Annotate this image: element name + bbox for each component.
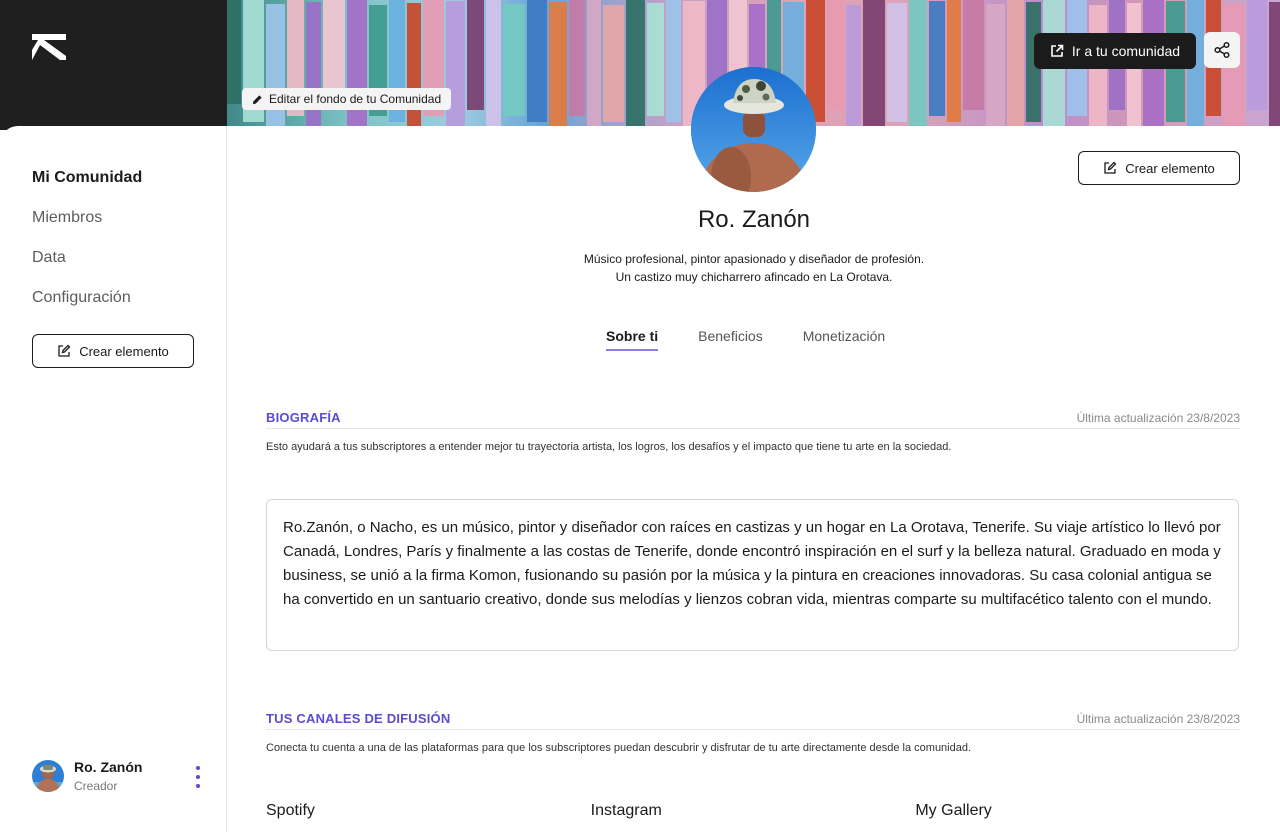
biography-header: BIOGRAFÍA Última actualización 23/8/2023 [266,407,1240,429]
pencil-icon [252,94,262,104]
channels-description: Conecta tu cuenta a una de las plataform… [266,742,972,754]
brand-area [0,0,227,126]
create-element-button[interactable]: Crear elemento [1078,151,1240,185]
sidebar-item-mi-comunidad[interactable]: Mi Comunidad [32,168,142,208]
user-card[interactable]: Ro. Zanón Creador [32,758,212,798]
edit-square-icon [1104,161,1117,174]
create-element-label: Crear elemento [1125,160,1215,176]
brand-logo[interactable] [32,34,66,60]
tab-monetizacion[interactable]: Monetización [803,328,886,352]
go-to-community-label: Ir a tu comunidad [1071,43,1181,59]
edit-square-icon [58,344,71,357]
sidebar-item-miembros[interactable]: Miembros [32,208,142,248]
edit-background-button[interactable]: Editar el fondo de tu Comunidad [242,88,452,110]
channels-header: TUS CANALES DE DIFUSIÓN Última actualiza… [266,708,1240,730]
channel-spotify[interactable]: Spotify [266,802,591,820]
share-icon [1214,41,1230,59]
biography-title: BIOGRAFÍA [266,410,341,425]
sidebar-nav: Mi Comunidad Miembros Data Configuración [32,168,142,328]
biography-description: Esto ayudará a tus subscriptores a enten… [266,441,952,453]
biography-textarea[interactable]: Ro.Zanón, o Nacho, es un músico, pintor … [266,499,1239,651]
tab-sobre-ti[interactable]: Sobre ti [606,328,659,352]
sidebar-item-configuracion[interactable]: Configuración [32,288,142,328]
user-role: Creador [74,779,118,793]
channels-title: TUS CANALES DE DIFUSIÓN [266,711,451,726]
share-button[interactable] [1204,32,1240,68]
more-options-icon[interactable] [192,766,204,788]
edit-background-label: Editar el fondo de tu Comunidad [269,92,442,106]
channels-updated: Última actualización 23/8/2023 [1076,711,1240,726]
go-to-community-button[interactable]: Ir a tu comunidad [1034,33,1196,69]
profile-avatar[interactable] [691,67,816,192]
channels-section: TUS CANALES DE DIFUSIÓN Última actualiza… [266,708,1240,757]
user-name: Ro. Zanón [74,759,143,775]
profile-bio: Músico profesional, pintor apasionado y … [504,250,1004,286]
external-link-icon [1051,44,1064,57]
biography-updated: Última actualización 23/8/2023 [1076,410,1240,425]
channels-list: Spotify Instagram My Gallery [266,802,1240,820]
sidebar-create-element-button[interactable]: Crear elemento [32,334,194,368]
profile-tabs: Sobre ti Beneficios Monetización [606,328,885,352]
user-avatar [32,760,64,792]
sidebar-create-element-label: Crear elemento [79,343,169,359]
tab-beneficios[interactable]: Beneficios [698,328,763,352]
profile-name: Ro. Zanón [697,206,811,233]
channel-instagram[interactable]: Instagram [591,802,916,820]
channel-my-gallery[interactable]: My Gallery [915,802,1240,820]
biography-section: BIOGRAFÍA Última actualización 23/8/2023… [266,407,1240,456]
sidebar-item-data[interactable]: Data [32,248,142,288]
profile-bio-line-1: Músico profesional, pintor apasionado y … [583,252,925,266]
profile-bio-line-2: Un castizo muy chicharrero afincado en L… [615,270,893,284]
sidebar: Mi Comunidad Miembros Data Configuración… [0,126,227,832]
